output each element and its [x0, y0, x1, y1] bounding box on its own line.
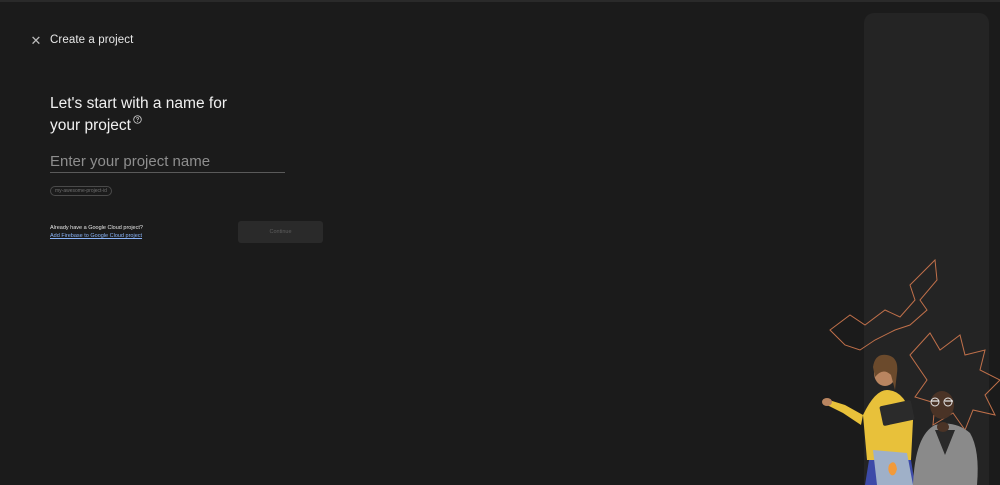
- create-project-page: ✕ Create a project Let's start with a na…: [0, 0, 1000, 485]
- top-divider: [0, 0, 1000, 2]
- heading-line-2: your project: [50, 117, 131, 134]
- close-icon[interactable]: ✕: [28, 33, 44, 49]
- help-circle-icon[interactable]: [133, 115, 142, 124]
- project-name-heading: Let's start with a name for your project: [50, 93, 290, 137]
- page-title: Create a project: [50, 34, 134, 46]
- continue-button[interactable]: Continue: [238, 221, 323, 243]
- project-id-chip[interactable]: my-awesome-project-id: [50, 186, 112, 196]
- project-name-input[interactable]: [50, 150, 285, 173]
- add-firebase-link[interactable]: Add Firebase to Google Cloud project: [50, 233, 142, 239]
- existing-project-text: Already have a Google Cloud project?: [50, 225, 143, 231]
- heading-line-1: Let's start with a name for: [50, 95, 227, 112]
- people-illustration: [822, 258, 1000, 485]
